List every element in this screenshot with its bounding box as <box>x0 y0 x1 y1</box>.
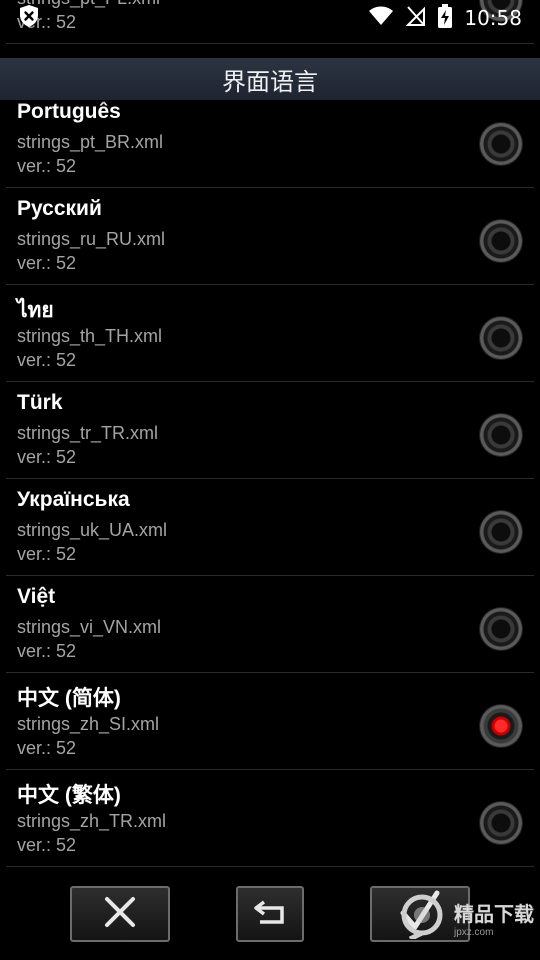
language-file: strings_zh_SI.xml <box>17 714 160 734</box>
language-version: ver.: 52 <box>17 641 77 661</box>
page-title: 界面语言 <box>0 58 540 100</box>
wifi-icon <box>368 6 394 31</box>
bottom-toolbar: 精品下载 jpxz.com <box>0 868 540 960</box>
language-name: Русский <box>17 197 102 220</box>
language-version: ver.: 52 <box>17 835 77 855</box>
close-icon <box>103 895 137 934</box>
watermark-domain: jpxz.com <box>454 927 494 938</box>
back-button[interactable] <box>236 886 304 942</box>
language-row[interactable]: Việt strings_vi_VN.xml ver.: 52 <box>6 577 534 673</box>
language-version: ver.: 52 <box>17 447 77 467</box>
language-file: strings_th_TH.xml <box>17 326 163 346</box>
language-version: ver.: 52 <box>17 738 77 758</box>
language-name: 中文 (繁体) <box>17 784 121 807</box>
language-name: 中文 (简体) <box>17 687 121 710</box>
radio-unselected[interactable] <box>480 802 522 844</box>
no-sim-icon <box>405 5 426 32</box>
clock: 10:58 <box>464 6 522 30</box>
language-version: ver.: 52 <box>17 350 77 370</box>
language-row[interactable]: ไทย strings_th_TH.xml ver.: 52 <box>6 286 534 382</box>
language-name: Українська <box>17 488 130 511</box>
language-version: ver.: 52 <box>17 156 77 176</box>
language-name: Việt <box>17 585 56 608</box>
language-file: strings_zh_TR.xml <box>17 811 167 831</box>
language-row[interactable]: Português strings_pt_BR.xml ver.: 52 <box>6 92 534 188</box>
language-file: strings_ru_RU.xml <box>17 229 166 249</box>
language-file: strings_pt_BR.xml <box>17 132 164 152</box>
watermark: 精品下载 jpxz.com <box>364 888 534 948</box>
radio-selected[interactable] <box>480 705 522 747</box>
language-file: strings_uk_UA.xml <box>17 520 168 540</box>
language-name: Português <box>17 100 121 123</box>
language-screen: strings_pt_PL.xmlver.: 52Portuguêsstring… <box>0 0 540 960</box>
watermark-logo-icon <box>400 891 448 945</box>
language-file: strings_tr_TR.xml <box>17 423 159 443</box>
language-row[interactable]: Русский strings_ru_RU.xml ver.: 52 <box>6 189 534 285</box>
language-version: ver.: 52 <box>17 253 77 273</box>
language-row[interactable]: 中文 (简体) strings_zh_SI.xml ver.: 52 <box>6 674 534 770</box>
radio-unselected[interactable] <box>480 511 522 553</box>
language-file: strings_vi_VN.xml <box>17 617 162 637</box>
return-arrow-icon <box>250 896 290 933</box>
language-version: ver.: 52 <box>17 544 77 564</box>
radio-unselected[interactable] <box>480 317 522 359</box>
shield-x-icon <box>18 4 40 33</box>
language-row[interactable]: Türk strings_tr_TR.xml ver.: 52 <box>6 383 534 479</box>
language-row[interactable]: Українська strings_uk_UA.xml ver.: 52 <box>6 480 534 576</box>
radio-unselected[interactable] <box>480 414 522 456</box>
language-name: Türk <box>17 391 63 414</box>
cancel-button[interactable] <box>70 886 170 942</box>
radio-unselected[interactable] <box>480 220 522 262</box>
status-bar: 10:58 <box>0 0 540 36</box>
battery-charging-icon <box>438 3 453 33</box>
radio-unselected[interactable] <box>480 123 522 165</box>
language-name: ไทย <box>17 299 54 322</box>
radio-unselected[interactable] <box>480 608 522 650</box>
watermark-brand: 精品下载 <box>454 904 534 926</box>
language-row[interactable]: 中文 (繁体) strings_zh_TR.xml ver.: 52 <box>6 771 534 867</box>
